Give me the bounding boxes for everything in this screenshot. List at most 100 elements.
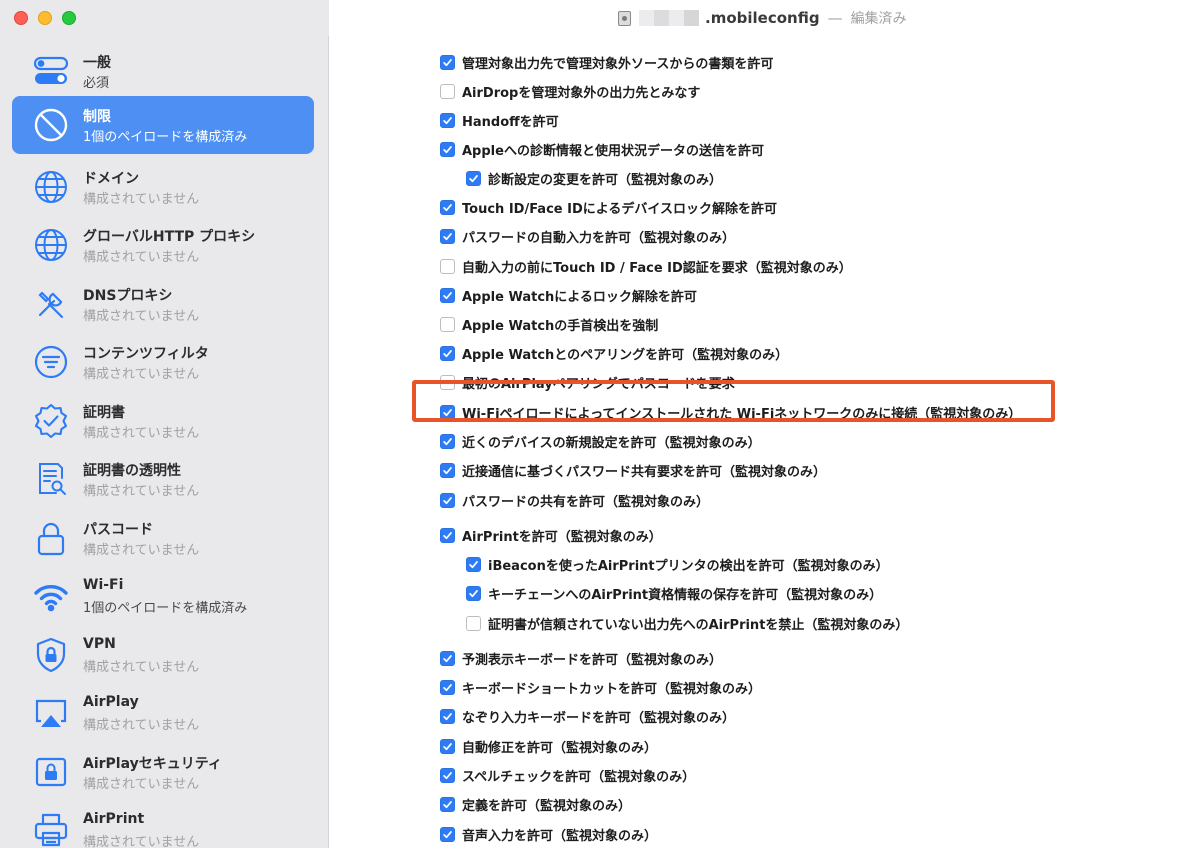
option-row[interactable]: キーボードショートカットを許可（監視対象のみ）: [440, 677, 761, 697]
checkmark-icon: [443, 145, 452, 153]
option-label: Apple Watchの手首検出を強制: [462, 318, 659, 334]
sidebar-item-passcode[interactable]: パスコード 構成されていません: [12, 509, 314, 567]
option-row[interactable]: Handoffを許可: [440, 110, 559, 130]
option-label: Wi-Fiペイロードによってインストールされた Wi-Fiネットワークのみに接続…: [462, 406, 1022, 422]
checkmark-icon: [443, 116, 452, 124]
sidebar-item-subtitle: 構成されていません: [83, 426, 200, 441]
airplay-lock-icon: [32, 753, 70, 791]
sidebar-item-airplay-security[interactable]: AirPlayセキュリティ 構成されていません: [12, 743, 314, 801]
sidebar-item-restrictions[interactable]: 制限 1個のペイロードを構成済み: [12, 96, 314, 154]
checkbox-checked[interactable]: [440, 492, 455, 508]
checkbox-unchecked[interactable]: [466, 615, 481, 631]
sidebar-item-title: Wi-Fi: [83, 577, 124, 593]
sidebar-item-title: 制限: [83, 109, 111, 125]
checkmark-icon: [443, 683, 452, 691]
sidebar-item-airprint[interactable]: AirPrint 構成されていません: [12, 801, 314, 848]
checkmark-icon: [443, 349, 452, 357]
minimize-window-button[interactable]: [38, 11, 52, 25]
sidebar-item-global-http-proxy[interactable]: グローバルHTTP プロキシ 構成されていません: [12, 216, 314, 274]
checkbox-checked[interactable]: [440, 112, 455, 128]
option-row[interactable]: パスワードの自動入力を許可（監視対象のみ）: [440, 226, 735, 246]
checkbox-checked[interactable]: [440, 462, 455, 478]
checkbox-checked[interactable]: [466, 170, 481, 186]
option-row[interactable]: 音声入力を許可（監視対象のみ）: [440, 824, 657, 844]
option-row[interactable]: Appleへの診断情報と使用状況データの送信を許可: [440, 139, 764, 159]
option-label: Handoffを許可: [462, 114, 559, 130]
checkbox-checked[interactable]: [440, 228, 455, 244]
checkbox-checked[interactable]: [440, 826, 455, 842]
checkbox-unchecked[interactable]: [440, 258, 455, 274]
checkbox-checked[interactable]: [440, 738, 455, 754]
checkbox-checked[interactable]: [440, 345, 455, 361]
sidebar-item-content-filter[interactable]: コンテンツフィルタ 構成されていません: [12, 333, 314, 391]
document-proxy-icon[interactable]: [618, 10, 631, 26]
sidebar-item-subtitle: 1個のペイロードを構成済み: [83, 601, 248, 616]
checkbox-checked[interactable]: [440, 527, 455, 543]
sidebar-item-vpn[interactable]: VPN 構成されていません: [12, 626, 314, 684]
checkbox-checked[interactable]: [440, 199, 455, 215]
option-row[interactable]: iBeaconを使ったAirPrintプリンタの検出を許可（監視対象のみ）: [466, 554, 889, 574]
checkbox-unchecked[interactable]: [440, 83, 455, 99]
payload-sidebar: 一般 必須 制限 1個のペイロードを構成済み ドメイン 構成されていません グロ…: [0, 36, 329, 848]
checkbox-checked[interactable]: [440, 54, 455, 70]
option-row[interactable]: AirPrintを許可（監視対象のみ）: [440, 525, 662, 545]
option-row[interactable]: 診断設定の変更を許可（監視対象のみ）: [466, 168, 722, 188]
option-row[interactable]: AirDropを管理対象外の出力先とみなす: [440, 81, 700, 101]
option-row[interactable]: なぞり入力キーボードを許可（監視対象のみ）: [440, 706, 735, 726]
option-row[interactable]: 自動修正を許可（監視対象のみ）: [440, 736, 657, 756]
sidebar-item-domains[interactable]: ドメイン 構成されていません: [12, 158, 314, 216]
sidebar-item-subtitle: 構成されていません: [83, 309, 200, 324]
option-row[interactable]: パスワードの共有を許可（監視対象のみ）: [440, 490, 709, 510]
option-label: キーチェーンへのAirPrint資格情報の保存を許可（監視対象のみ）: [488, 587, 883, 603]
checkmark-icon: [443, 466, 452, 474]
option-row[interactable]: スペルチェックを許可（監視対象のみ）: [440, 765, 695, 785]
option-row[interactable]: 管理対象出力先で管理対象外ソースからの書類を許可: [440, 52, 773, 72]
zoom-window-button[interactable]: [62, 11, 76, 25]
checkbox-checked[interactable]: [440, 767, 455, 783]
checkbox-unchecked[interactable]: [440, 316, 455, 332]
checkbox-checked[interactable]: [440, 796, 455, 812]
sidebar-item-title: 証明書の透明性: [83, 463, 181, 479]
checkmark-icon: [469, 589, 478, 597]
checkbox-checked[interactable]: [440, 433, 455, 449]
option-row[interactable]: キーチェーンへのAirPrint資格情報の保存を許可（監視対象のみ）: [466, 583, 882, 603]
option-row[interactable]: 定義を許可（監視対象のみ）: [440, 794, 631, 814]
checkmark-icon: [443, 771, 452, 779]
option-label: Apple Watchとのペアリングを許可（監視対象のみ）: [462, 347, 789, 363]
checkbox-checked[interactable]: [440, 650, 455, 666]
checkbox-checked[interactable]: [440, 679, 455, 695]
option-row[interactable]: 証明書が信頼されていない出力先へのAirPrintを禁止（監視対象のみ）: [466, 613, 908, 633]
checkmark-icon: [469, 174, 478, 182]
option-row[interactable]: 予測表示キーボードを許可（監視対象のみ）: [440, 648, 722, 668]
tools-icon: [32, 285, 70, 323]
sidebar-item-airplay[interactable]: AirPlay 構成されていません: [12, 684, 314, 742]
checkbox-checked[interactable]: [440, 287, 455, 303]
checkbox-checked[interactable]: [440, 141, 455, 157]
checkbox-checked[interactable]: [466, 585, 481, 601]
lock-icon: [32, 519, 70, 557]
option-label: 診断設定の変更を許可（監視対象のみ）: [488, 172, 723, 188]
checkbox-checked[interactable]: [466, 556, 481, 572]
option-row[interactable]: Wi-Fiペイロードによってインストールされた Wi-Fiネットワークのみに接続…: [440, 402, 1021, 422]
checkmark-icon: [443, 291, 452, 299]
filter-icon: [32, 343, 70, 381]
close-window-button[interactable]: [14, 11, 28, 25]
sidebar-item-wifi[interactable]: Wi-Fi 1個のペイロードを構成済み: [12, 567, 314, 625]
sidebar-item-certificate[interactable]: 証明書 構成されていません: [12, 392, 314, 450]
option-row[interactable]: 自動入力の前にTouch ID / Face ID認証を要求（監視対象のみ）: [440, 256, 852, 276]
option-row[interactable]: Apple Watchによるロック解除を許可: [440, 285, 697, 305]
sidebar-item-subtitle: 構成されていません: [83, 250, 200, 265]
sidebar-item-certificate-transparency[interactable]: 証明書の透明性 構成されていません: [12, 450, 314, 508]
option-row[interactable]: Apple Watchとのペアリングを許可（監視対象のみ）: [440, 343, 788, 363]
option-row[interactable]: Touch ID/Face IDによるデバイスロック解除を許可: [440, 197, 777, 217]
option-row[interactable]: 近くのデバイスの新規設定を許可（監視対象のみ）: [440, 431, 761, 451]
sidebar-item-general[interactable]: 一般 必須: [12, 42, 314, 100]
checkbox-checked[interactable]: [440, 708, 455, 724]
option-row[interactable]: Apple Watchの手首検出を強制: [440, 314, 658, 334]
checkbox-checked[interactable]: [440, 404, 455, 420]
sidebar-item-dns-proxy[interactable]: DNSプロキシ 構成されていません: [12, 275, 314, 333]
option-row[interactable]: 近接通信に基づくパスワード共有要求を許可（監視対象のみ）: [440, 460, 826, 480]
checkbox-unchecked[interactable]: [440, 374, 455, 390]
sidebar-item-title: パスコード: [83, 522, 153, 538]
option-row[interactable]: 最初のAirPlayペアリングでパスコードを要求: [440, 372, 735, 392]
